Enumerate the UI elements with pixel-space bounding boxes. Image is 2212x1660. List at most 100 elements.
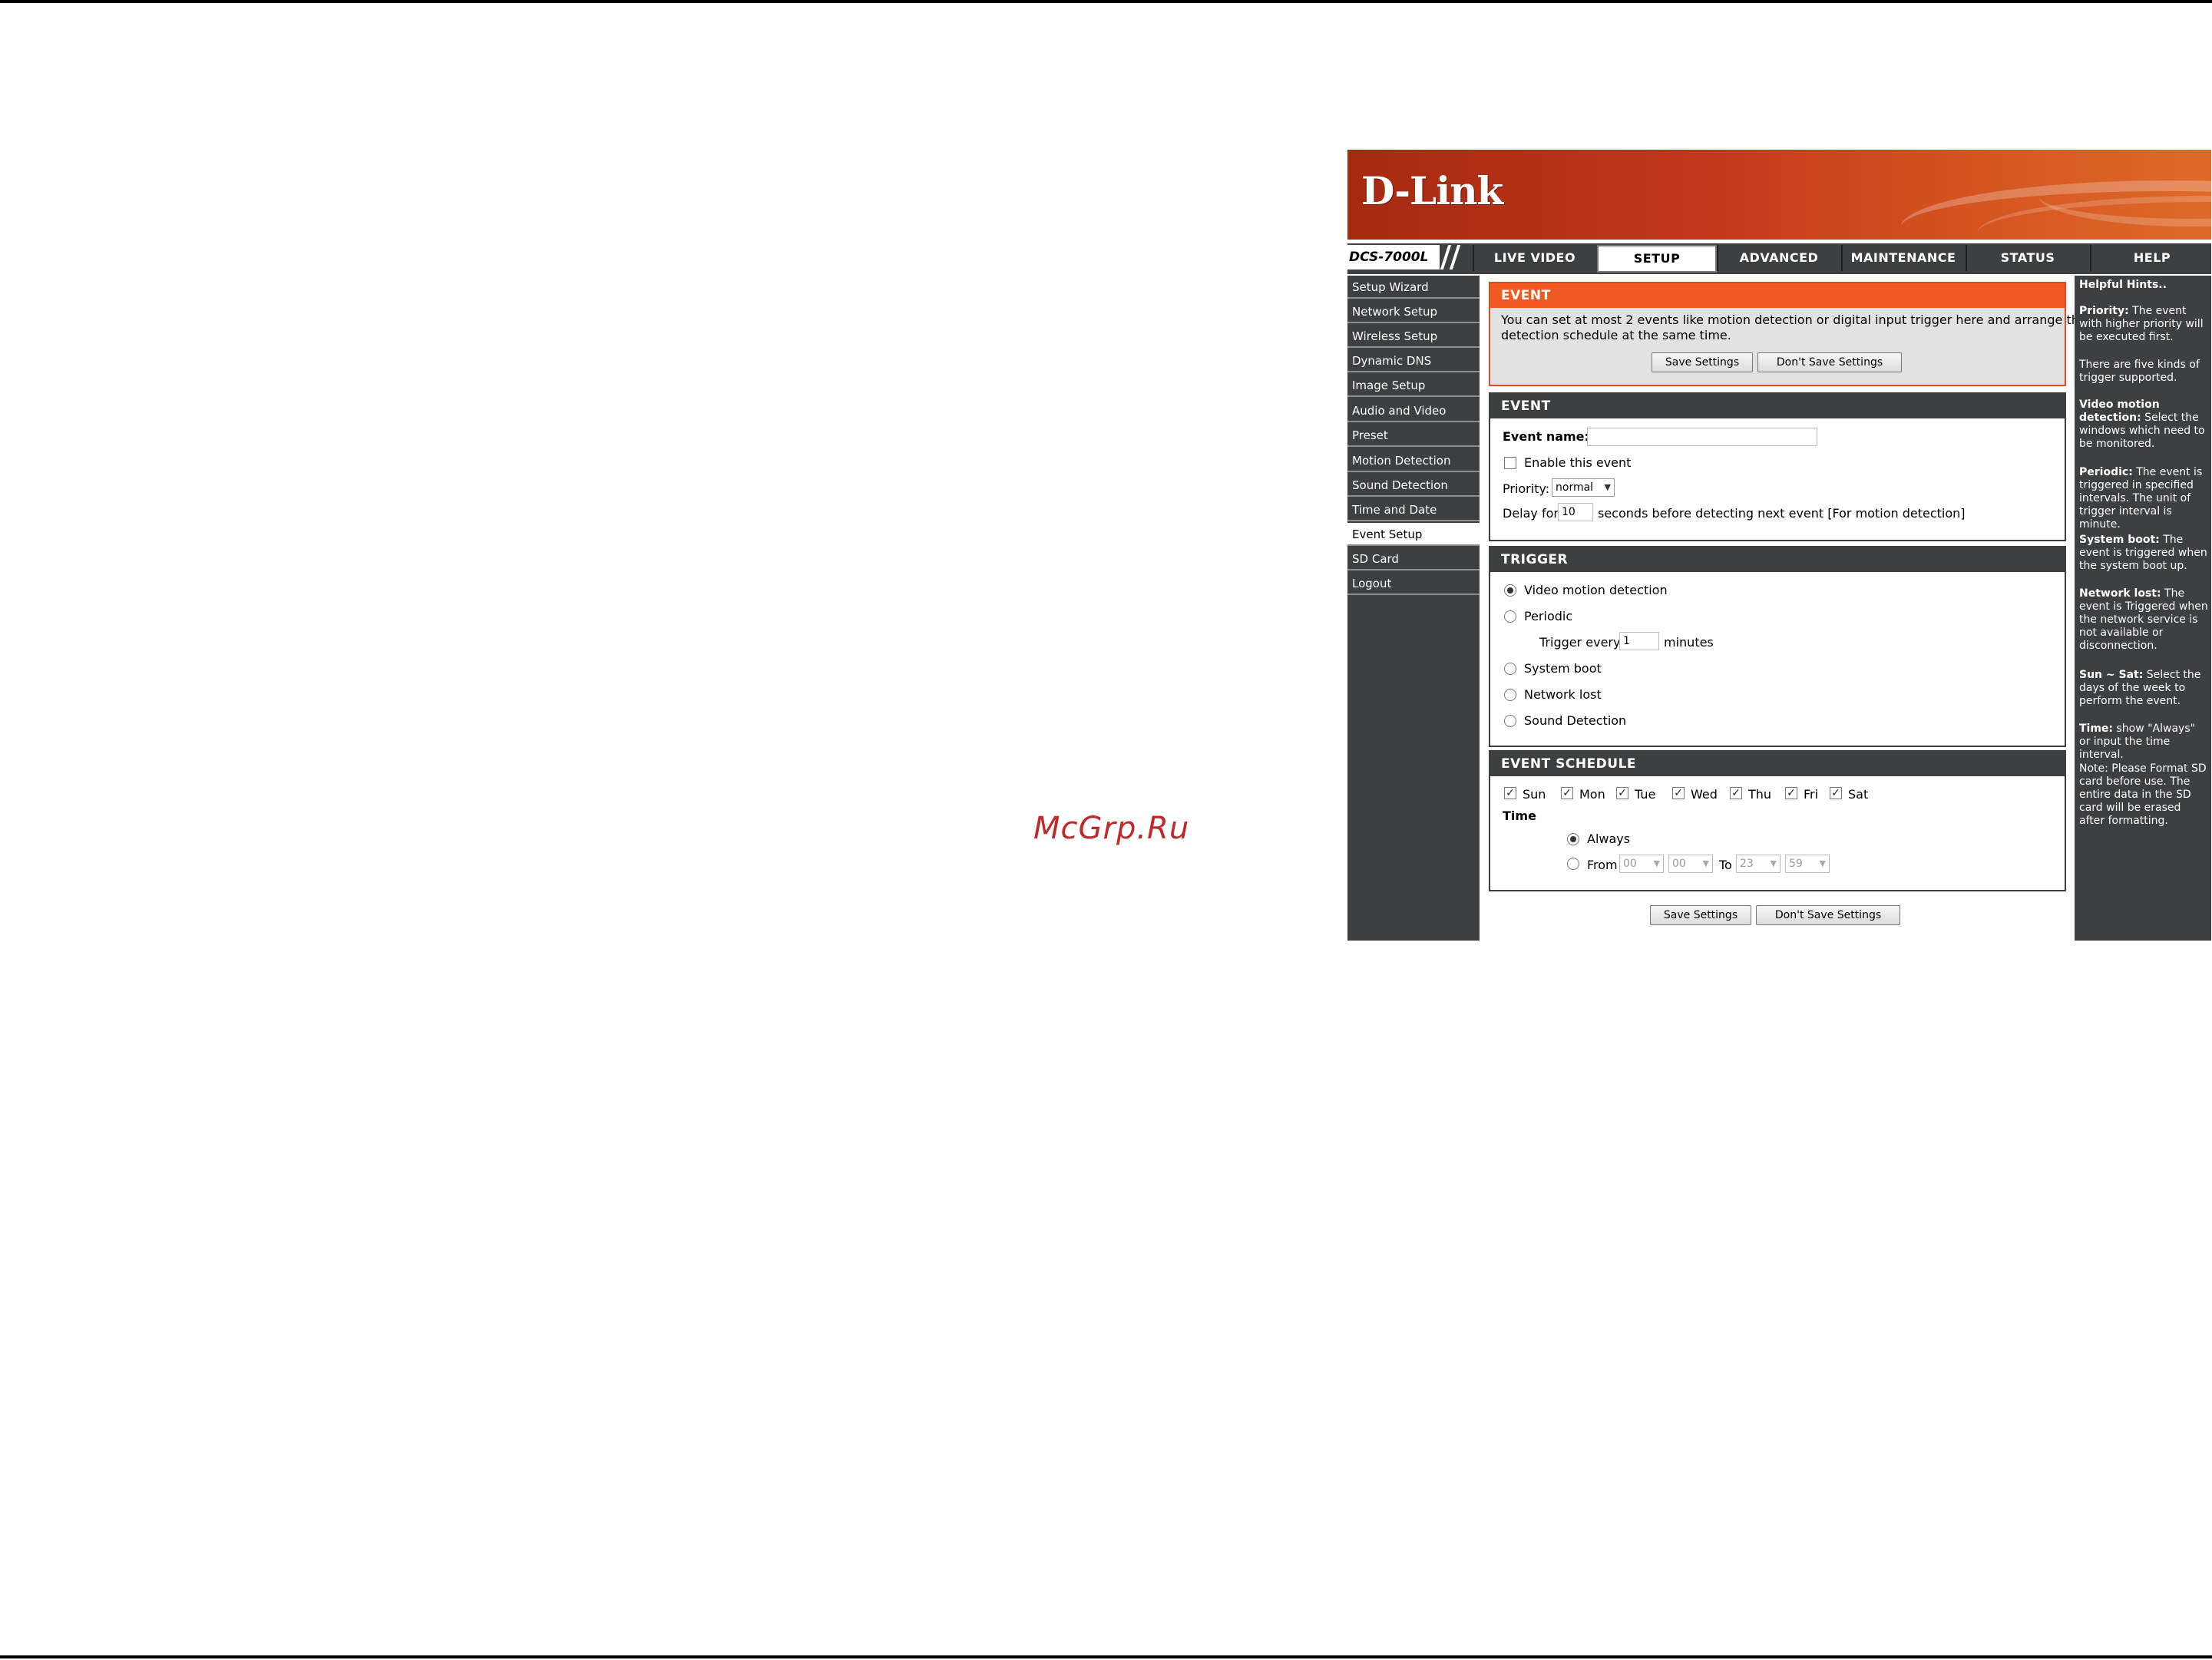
day-fri-checkbox[interactable]: ✓ <box>1785 787 1797 799</box>
time-always-label: Always <box>1587 832 1631 846</box>
page-bottom-rule <box>0 1655 2212 1658</box>
hint-time: Time: show "Always" or input the time in… <box>2079 723 2196 761</box>
sidebar-item-network-setup[interactable]: Network Setup <box>1347 300 1480 323</box>
sidebar: Setup Wizard Network Setup Wireless Setu… <box>1347 276 1480 941</box>
priority-select[interactable]: normal ▼ <box>1552 478 1615 497</box>
time-always-radio[interactable] <box>1567 833 1579 845</box>
schedule-title: EVENT SCHEDULE <box>1490 752 2065 776</box>
to-hour-select[interactable]: 23 ▼ <box>1736 855 1781 873</box>
to-minute-value: 59 <box>1789 858 1803 870</box>
dont-save-settings-button[interactable]: Don't Save Settings <box>1756 905 1900 925</box>
day-label: Wed <box>1691 787 1718 802</box>
tab-maintenance[interactable]: MAINTENANCE <box>1841 245 1964 271</box>
save-settings-button[interactable]: Save Settings <box>1650 905 1751 925</box>
time-to-label: To <box>1719 858 1732 872</box>
day-label: Sun <box>1523 787 1546 802</box>
intro-description: detection schedule at the same time. <box>1501 328 1731 342</box>
sidebar-item-audio-video[interactable]: Audio and Video <box>1347 399 1480 422</box>
chevron-down-icon: ▼ <box>1819 858 1826 868</box>
time-from-label: From <box>1587 858 1618 872</box>
chevron-down-icon: ▼ <box>1770 858 1777 868</box>
trigger-every-input[interactable]: 1 <box>1619 632 1659 650</box>
tab-help[interactable]: HELP <box>2090 245 2211 271</box>
to-minute-select[interactable]: 59 ▼ <box>1785 855 1830 873</box>
hint-trigger-kinds: There are five kinds of trigger supporte… <box>2079 359 2200 384</box>
to-hour-value: 23 <box>1740 858 1754 870</box>
from-hour-select[interactable]: 00 ▼ <box>1619 855 1664 873</box>
delay-label: Delay for <box>1503 506 1559 521</box>
enable-event-label: Enable this event <box>1524 455 1632 470</box>
watermark: McGrp.Ru <box>1033 811 1190 846</box>
sidebar-item-time-date[interactable]: Time and Date <box>1347 498 1480 521</box>
model-label: DCS-7000L <box>1347 245 1440 270</box>
sidebar-item-event-setup[interactable]: Event Setup <box>1347 523 1480 546</box>
sidebar-item-sound-detection[interactable]: Sound Detection <box>1347 474 1480 497</box>
priority-label: Priority: <box>1503 481 1550 496</box>
sidebar-item-setup-wizard[interactable]: Setup Wizard <box>1347 276 1480 299</box>
day-tue-checkbox[interactable]: ✓ <box>1616 787 1628 799</box>
intro-title: EVENT <box>1490 283 2065 308</box>
sidebar-item-preset[interactable]: Preset <box>1347 424 1480 447</box>
time-label: Time <box>1503 809 1536 823</box>
time-from-radio[interactable] <box>1567 858 1579 870</box>
sidebar-item-image-setup[interactable]: Image Setup <box>1347 374 1480 397</box>
tab-status[interactable]: STATUS <box>1966 245 2088 271</box>
tab-advanced[interactable]: ADVANCED <box>1717 245 1840 271</box>
from-minute-select[interactable]: 00 ▼ <box>1668 855 1713 873</box>
day-sun-checkbox[interactable]: ✓ <box>1504 787 1516 799</box>
day-mon-checkbox[interactable]: ✓ <box>1561 787 1573 799</box>
main-content: EVENT You can set at most 2 events like … <box>1480 276 2087 941</box>
day-label: Thu <box>1748 787 1772 802</box>
dlink-logo: D-Link <box>1361 168 1503 213</box>
helpful-hints-panel: Helpful Hints.. Priority: The event with… <box>2075 276 2211 941</box>
hint-system-boot: System boot: The event is triggered when… <box>2079 534 2207 572</box>
enable-event-checkbox[interactable] <box>1504 457 1516 469</box>
camera-web-ui: D-Link DCS-7000L LIVE VIDEO SETUP ADVANC… <box>1347 150 2211 941</box>
tab-setup[interactable]: SETUP <box>1597 245 1717 273</box>
trigger-video-motion-radio[interactable] <box>1504 584 1516 597</box>
trigger-option-label: Periodic <box>1524 609 1573 623</box>
sidebar-item-logout[interactable]: Logout <box>1347 572 1480 595</box>
day-thu-checkbox[interactable]: ✓ <box>1730 787 1742 799</box>
schedule-section: EVENT SCHEDULE ✓ Sun ✓ Mon ✓ Tue ✓ Wed ✓… <box>1489 750 2066 891</box>
day-sat-checkbox[interactable]: ✓ <box>1830 787 1842 799</box>
trigger-section: TRIGGER Video motion detection Periodic … <box>1489 546 2066 747</box>
from-hour-value: 00 <box>1623 858 1637 870</box>
delay-input[interactable]: 10 <box>1558 503 1593 521</box>
trigger-network-lost-radio[interactable] <box>1504 689 1516 701</box>
trigger-option-label: Video motion detection <box>1524 583 1668 597</box>
day-wed-checkbox[interactable]: ✓ <box>1672 787 1685 799</box>
sidebar-item-sd-card[interactable]: SD Card <box>1347 547 1480 570</box>
delay-suffix: seconds before detecting next event [For… <box>1598 506 1966 521</box>
chevron-down-icon: ▼ <box>1653 858 1660 868</box>
trigger-every-label: Trigger every <box>1539 635 1621 650</box>
save-settings-button[interactable]: Save Settings <box>1652 352 1753 372</box>
day-label: Mon <box>1579 787 1605 802</box>
trigger-title: TRIGGER <box>1490 547 2065 572</box>
hints-title: Helpful Hints.. <box>2079 279 2167 291</box>
sidebar-item-dynamic-dns[interactable]: Dynamic DNS <box>1347 349 1480 372</box>
event-name-input[interactable] <box>1587 428 1817 446</box>
hint-network-lost: Network lost: The event is Triggered whe… <box>2079 587 2208 652</box>
day-label: Tue <box>1635 787 1656 802</box>
dont-save-settings-button[interactable]: Don't Save Settings <box>1757 352 1902 372</box>
hint-video-motion: Video motion detection: Select the windo… <box>2079 398 2205 450</box>
from-minute-value: 00 <box>1672 858 1686 870</box>
trigger-option-label: Network lost <box>1524 687 1602 702</box>
trigger-sound-detection-radio[interactable] <box>1504 715 1516 727</box>
trigger-option-label: Sound Detection <box>1524 713 1627 728</box>
event-name-label: Event name: <box>1503 429 1589 444</box>
trigger-periodic-radio[interactable] <box>1504 610 1516 623</box>
sidebar-item-motion-detection[interactable]: Motion Detection <box>1347 449 1480 472</box>
tab-live-video[interactable]: LIVE VIDEO <box>1473 245 1595 271</box>
sidebar-item-wireless-setup[interactable]: Wireless Setup <box>1347 325 1480 348</box>
hint-priority: Priority: The event with higher priority… <box>2079 305 2204 343</box>
hint-periodic: Periodic: The event is triggered in spec… <box>2079 466 2203 531</box>
day-label: Fri <box>1804 787 1819 802</box>
trigger-option-label: System boot <box>1524 661 1602 676</box>
event-title: EVENT <box>1490 394 2065 418</box>
trigger-system-boot-radio[interactable] <box>1504 663 1516 675</box>
page-top-rule <box>0 0 2212 3</box>
day-label: Sat <box>1848 787 1869 802</box>
intro-section: EVENT You can set at most 2 events like … <box>1489 282 2087 386</box>
